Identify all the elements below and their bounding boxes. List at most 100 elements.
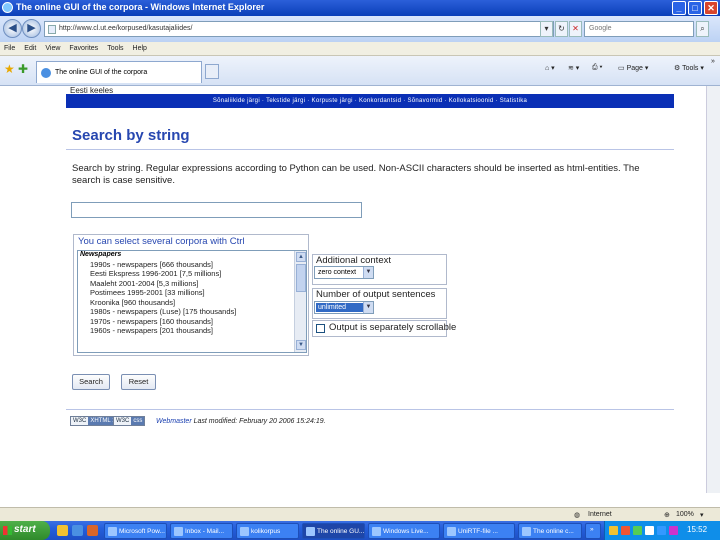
feeds-icon[interactable]: ≋ ▾: [568, 64, 579, 72]
reset-button[interactable]: Reset: [121, 374, 156, 390]
tools-menu-label: Tools: [682, 65, 699, 72]
output-select[interactable]: unlimited ▼: [314, 301, 374, 314]
taskbar-item-label: Inbox - Mail...: [185, 528, 225, 535]
globe-icon: ◍: [574, 512, 581, 519]
divider: [66, 149, 674, 150]
address-dropdown-button[interactable]: ▾: [540, 21, 553, 37]
taskbar-item[interactable]: Microsoft Pow...: [104, 523, 167, 539]
footer: Webmaster Last modified: February 20 200…: [156, 418, 326, 425]
taskbar-item-label: UniRTF-file ...: [458, 528, 498, 535]
taskbar-item[interactable]: Windows Live...: [368, 523, 440, 539]
page-menu-label: Page: [626, 65, 643, 72]
search-string-input[interactable]: [71, 202, 362, 218]
page-icon: [48, 25, 56, 34]
menu-bar: File Edit View Favorites Tools Help: [0, 42, 720, 56]
forward-button[interactable]: ▶: [22, 19, 41, 38]
back-button[interactable]: ◀: [3, 19, 22, 38]
corpus-option[interactable]: Kroonika [960 thousands]: [78, 298, 306, 308]
address-field[interactable]: http://www.cl.ut.ee/korpused/kasutajalii…: [44, 21, 554, 37]
scroll-down-icon[interactable]: ▼: [296, 340, 306, 350]
tray-icon[interactable]: [621, 526, 630, 535]
menu-edit[interactable]: Edit: [20, 42, 41, 52]
corpus-option[interactable]: Postimees 1995-2001 [33 millions]: [78, 288, 306, 298]
context-select-value: zero context: [318, 269, 357, 276]
start-button[interactable]: start: [0, 521, 50, 540]
app-icon: [522, 527, 531, 536]
corpus-list-scrollbar[interactable]: ▲ ▼: [294, 251, 306, 352]
corpus-legend-text: You can select several corpora with Ctrl: [78, 236, 245, 247]
favorites-star-icon[interactable]: ★: [4, 62, 15, 76]
window-title: The online GUI of the corpora - Windows …: [16, 2, 265, 12]
scrollable-checkbox-label: Output is separately scrollable: [329, 322, 457, 333]
new-tab-button[interactable]: [205, 64, 219, 79]
webmaster-link[interactable]: Webmaster: [156, 418, 192, 425]
menu-file[interactable]: File: [0, 42, 20, 52]
output-select-value: unlimited: [316, 303, 363, 312]
stop-button[interactable]: ✕: [569, 21, 582, 37]
maximize-button[interactable]: □: [688, 1, 702, 15]
title-bar[interactable]: The online GUI of the corpora - Windows …: [0, 0, 720, 16]
taskbar-item[interactable]: UniRTF-file ...: [443, 523, 515, 539]
tray-icon[interactable]: [657, 526, 666, 535]
tab-title: The online GUI of the corpora: [55, 69, 148, 76]
tray-icon[interactable]: [633, 526, 642, 535]
scroll-up-icon[interactable]: ▲: [296, 252, 306, 262]
zoom-icon: ⊕: [664, 512, 670, 519]
corpus-group-label: Newspapers: [80, 251, 122, 258]
taskbar-item-active[interactable]: The online GU...: [302, 523, 365, 539]
taskbar-item[interactable]: The online c...: [518, 523, 582, 539]
tray-icon[interactable]: [669, 526, 678, 535]
taskbar-overflow-button[interactable]: »: [585, 523, 601, 539]
tab-toolbar: ★ ✚ The online GUI of the corpora ⌂ ▾ ≋ …: [0, 56, 720, 86]
corpus-option[interactable]: 1980s - newspapers (Luse) [175 thousands…: [78, 307, 306, 317]
w3c-css-badge[interactable]: W3C css: [113, 416, 146, 426]
taskbar-item[interactable]: Inbox - Mail...: [170, 523, 233, 539]
page-menu[interactable]: ▭ Page ▾: [618, 64, 648, 72]
home-icon[interactable]: ⌂ ▾: [545, 64, 555, 72]
clock[interactable]: 15:52: [687, 525, 707, 534]
corpus-option[interactable]: Eesti Ekspress 1996-2001 [7,5 millions]: [78, 269, 306, 279]
w3c-badge-label: W3C: [73, 418, 87, 424]
zoom-dropdown-icon[interactable]: ▾: [700, 511, 704, 519]
tray-icon[interactable]: [645, 526, 654, 535]
intro-text: Search by string. Regular expressions ac…: [72, 163, 640, 186]
corpus-option[interactable]: 1960s - newspapers [201 thousands]: [78, 326, 306, 336]
search-button[interactable]: Search: [72, 374, 110, 390]
menu-help[interactable]: Help: [129, 42, 152, 52]
page-title: Search by string: [72, 127, 190, 144]
site-navigation-band[interactable]: Sõnaliikide järgi · Tekstide järgi · Kor…: [66, 94, 674, 108]
minimize-button[interactable]: _: [672, 1, 686, 15]
chevron-down-icon[interactable]: ▼: [363, 302, 373, 313]
menu-view[interactable]: View: [41, 42, 65, 52]
tools-menu[interactable]: ⚙ Tools ▾: [674, 64, 704, 72]
quick-launch-icon[interactable]: [57, 525, 68, 536]
taskbar-item-label: Microsoft Pow...: [119, 528, 165, 535]
taskbar-item-label: The online c...: [533, 528, 574, 535]
menu-tools[interactable]: Tools: [103, 42, 128, 52]
taskbar: start Microsoft Pow... Inbox - Mail... k…: [0, 521, 720, 540]
print-icon[interactable]: ⎙ ▾: [592, 64, 603, 72]
add-favorites-icon[interactable]: ✚: [18, 62, 28, 76]
context-select[interactable]: zero context ▼: [314, 266, 374, 279]
corpus-option[interactable]: Maaleht 2001-2004 [5,3 millions]: [78, 279, 306, 289]
divider: [66, 409, 674, 410]
chevron-down-icon[interactable]: ▼: [363, 267, 373, 278]
chevron-icon[interactable]: »: [711, 58, 715, 65]
corpus-option[interactable]: 1990s - newspapers [666 thousands]: [78, 260, 306, 270]
search-input[interactable]: Google: [584, 21, 694, 37]
zoom-level[interactable]: 100%: [676, 511, 694, 518]
scrollable-checkbox[interactable]: [316, 324, 325, 333]
refresh-button[interactable]: ↻: [555, 21, 568, 37]
search-icon[interactable]: ⌕: [696, 21, 709, 37]
quick-launch-icon[interactable]: [72, 525, 83, 536]
quick-launch-icon[interactable]: [87, 525, 98, 536]
page-scrollbar[interactable]: [706, 86, 720, 493]
corpus-option[interactable]: 1970s - newspapers [160 thousands]: [78, 317, 306, 327]
corpus-listbox[interactable]: Newspapers 1990s - newspapers [666 thous…: [77, 250, 307, 353]
scroll-thumb[interactable]: [296, 264, 306, 292]
close-button[interactable]: ✕: [704, 1, 718, 15]
taskbar-item[interactable]: kolikorpus: [236, 523, 299, 539]
tab-current[interactable]: The online GUI of the corpora: [36, 61, 202, 83]
menu-favorites[interactable]: Favorites: [65, 42, 103, 52]
tray-icon[interactable]: [609, 526, 618, 535]
